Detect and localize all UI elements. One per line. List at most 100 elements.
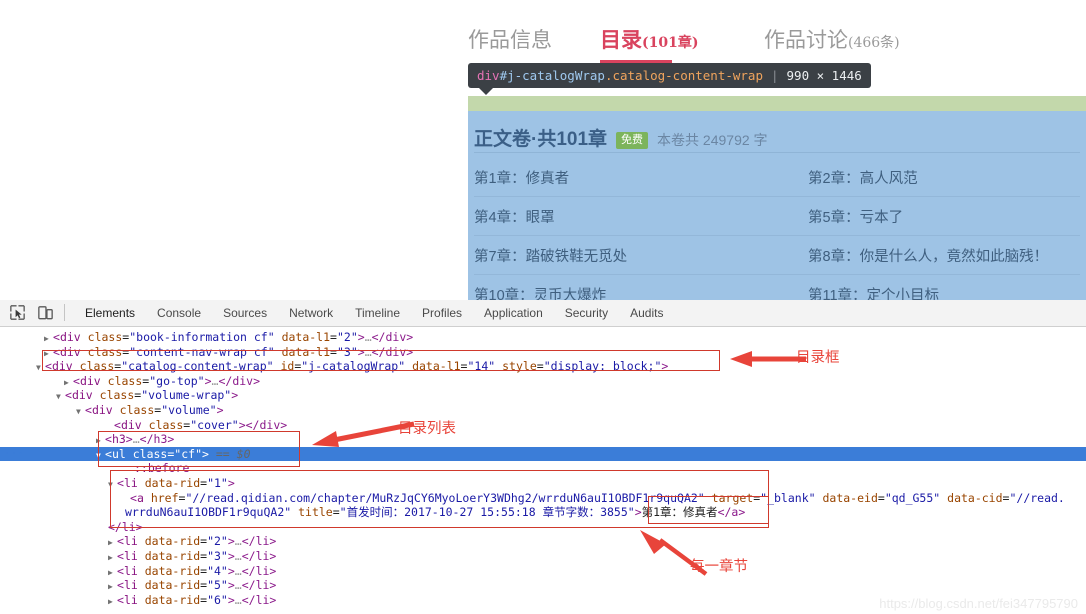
tab-application[interactable]: Application (473, 300, 554, 326)
attr-value-continued: wrrduN6auI1OBDF1r9quQA2" (125, 505, 292, 520)
dom-node-catalog-content-wrap[interactable]: <div class="catalog-content-wrap" id="j-… (0, 359, 1086, 374)
tag-name: li (123, 475, 138, 490)
tab-console[interactable]: Console (146, 300, 212, 326)
dom-tree[interactable]: <div class="book-information cf" data-l1… (0, 327, 1086, 607)
tab-catalog-label: 目录 (600, 27, 642, 52)
attr-name: class (119, 402, 155, 417)
dom-node-cover[interactable]: <div class="cover"></div> (0, 418, 1086, 433)
attr-name: id (280, 359, 295, 374)
tab-sources[interactable]: Sources (212, 300, 278, 326)
inspect-element-icon[interactable] (8, 303, 27, 322)
dom-node-go-top[interactable]: <div class="go-top">…</div> (0, 374, 1086, 389)
attr-value: "content-nav-wrap cf" (129, 344, 275, 359)
dom-node-volume[interactable]: <div class="volume"> (0, 403, 1086, 418)
angle-close: > (227, 548, 235, 563)
dom-node-li-1[interactable]: <li data-rid="1"> (0, 476, 1086, 491)
tooltip-element-class: .catalog-content-wrap (604, 68, 763, 83)
tag-name: div (79, 373, 101, 388)
tab-discussion[interactable]: 作品讨论(466条) (764, 18, 900, 62)
inspector-tooltip: div #j-catalogWrap .catalog-content-wrap |… (468, 63, 871, 95)
angle-close: > (125, 432, 133, 447)
tab-book-info[interactable]: 作品信息 (468, 18, 552, 62)
tab-security[interactable]: Security (554, 300, 619, 326)
attr-name: data-l1 (281, 330, 331, 344)
tag-name: h3 (111, 432, 126, 447)
tab-discussion-label: 作品讨论 (764, 28, 848, 52)
chapter-link[interactable]: 第2章：高人风范 (808, 167, 918, 188)
angle-close: > (634, 505, 642, 520)
attr-name: data-rid (144, 563, 201, 578)
angle-close: > (204, 373, 212, 388)
tab-network[interactable]: Network (278, 300, 344, 326)
dom-node-anchor-text[interactable]: wrrduN6auI1OBDF1r9quQA2" title="首发时间：201… (0, 505, 1086, 520)
devtools-toolbar-icons (8, 303, 55, 322)
closing-tag: </div> (371, 344, 414, 359)
angle-open: < (130, 490, 137, 505)
tab-timeline[interactable]: Timeline (344, 300, 411, 326)
angle-open: < (73, 373, 80, 388)
dom-node-ul-cf-selected[interactable]: ···<ul class="cf"> == $0 (0, 446, 1086, 462)
tooltip-dimensions: 990 × 1446 (786, 68, 862, 83)
attr-name: data-eid (822, 490, 878, 505)
collapsed-ellipsis[interactable]: … (235, 578, 242, 592)
angle-close: > (357, 330, 365, 344)
attr-value: "3" (336, 344, 358, 359)
collapsed-ellipsis[interactable]: … (133, 432, 140, 446)
chapter-link[interactable]: 第5章：亏本了 (808, 206, 903, 227)
dom-node-li-4[interactable]: <li data-rid="4">…</li> (0, 564, 1086, 579)
collapsed-ellipsis[interactable]: … (235, 534, 242, 548)
volume-header: 正文卷·共101章 免费 本卷共 249792 字 (474, 124, 768, 151)
attr-name: class (107, 373, 143, 388)
angle-open: < (65, 388, 72, 403)
chapter-link[interactable]: 第8章：你是什么人，竟然如此脑残！ (808, 245, 1048, 266)
devtools-toolbar: Elements Console Sources Network Timelin… (0, 300, 1086, 327)
tab-discussion-count: (466条) (848, 35, 900, 51)
tab-audits[interactable]: Audits (619, 300, 674, 326)
attr-value: "//read. (1009, 490, 1065, 505)
dom-node-li-3[interactable]: <li data-rid="3">…</li> (0, 549, 1086, 564)
expand-triangle-icon[interactable] (108, 595, 117, 610)
chapter-link[interactable]: 第7章：踏破铁鞋无觅处 (474, 245, 627, 266)
dom-node-content-nav-wrap[interactable]: <div class="content-nav-wrap cf" data-l1… (0, 345, 1086, 360)
collapsed-ellipsis[interactable]: … (365, 330, 372, 344)
closing-tag: </div> (371, 330, 414, 344)
closing-tag: </h3> (139, 432, 175, 447)
chapter-link[interactable]: 第11章：定个小目标 (808, 284, 939, 300)
table-row: 第1章：修真者 第2章：高人风范 (474, 158, 1080, 197)
collapsed-ellipsis[interactable]: … (235, 564, 242, 578)
tab-profiles[interactable]: Profiles (411, 300, 473, 326)
tag-name: li (123, 548, 138, 563)
dom-node-volume-wrap[interactable]: <div class="volume-wrap"> (0, 388, 1086, 403)
scroll-gutter-dots: ··· (4, 446, 24, 460)
chapter-link[interactable]: 第1章：修真者 (474, 167, 569, 188)
closing-tag: </a> (717, 505, 746, 520)
dom-node-book-information[interactable]: <div class="book-information cf" data-l1… (0, 330, 1086, 345)
chapter-link[interactable]: 第4章：眼罩 (474, 206, 555, 227)
dom-node-anchor-open[interactable]: <a href="//read.qidian.com/chapter/MuRzJ… (0, 491, 1086, 506)
volume-free-badge: 免费 (616, 132, 649, 149)
attr-name: style (502, 359, 537, 374)
attr-value-title: "首发时间：2017-10-27 15:55:18 章节字数：3855" (339, 505, 635, 520)
dom-node-li-5[interactable]: <li data-rid="5">…</li> (0, 578, 1086, 593)
angle-open: < (105, 432, 112, 447)
dom-node-pseudo-before[interactable]: ::before (0, 461, 1086, 476)
tab-elements[interactable]: Elements (74, 300, 146, 326)
device-toolbar-icon[interactable] (36, 303, 55, 322)
closing-tag: </li> (241, 548, 277, 563)
selected-node-marker: == $0 (215, 446, 251, 461)
attr-value: "4" (207, 563, 228, 578)
dom-node-li-2[interactable]: <li data-rid="2">…</li> (0, 534, 1086, 549)
angle-close: > (227, 534, 235, 549)
chapter-link[interactable]: 第10章：灵币大爆炸 (474, 284, 606, 300)
collapsed-ellipsis[interactable]: … (235, 549, 242, 563)
angle-open: < (117, 563, 124, 578)
annotation-label-each-chapter: 每一章节 (690, 559, 748, 575)
collapsed-ellipsis[interactable]: … (365, 345, 372, 359)
angle-open: < (45, 359, 52, 374)
collapsed-ellipsis[interactable]: … (235, 593, 242, 607)
tag-name: div (71, 388, 93, 403)
attr-name: target (711, 490, 754, 505)
dom-node-h3[interactable]: <h3>…</h3> (0, 432, 1086, 447)
tag-name: a (136, 490, 144, 505)
tab-catalog[interactable]: 目录(101章) (600, 18, 698, 63)
